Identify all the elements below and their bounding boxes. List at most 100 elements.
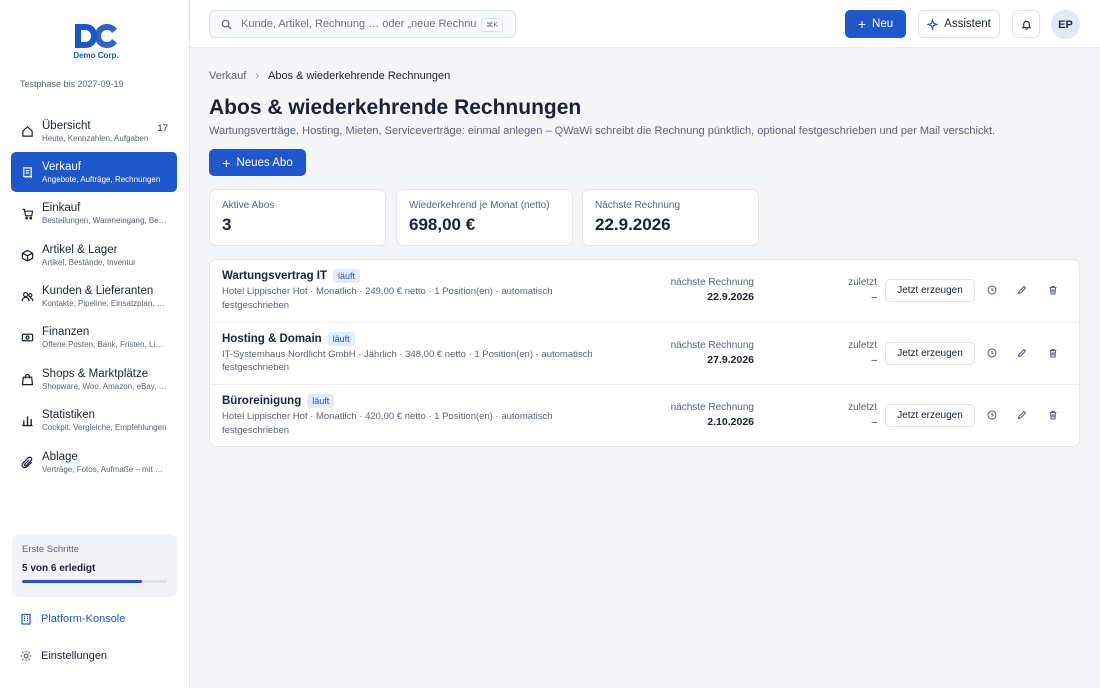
trash-icon[interactable] [1047,347,1059,359]
kpi-value: 22.9.2026 [595,215,671,234]
status-badge: läuft [333,269,361,283]
last-invoice-value: – [871,417,877,428]
sidebar-item-shops[interactable]: Shops & Marktplätze Shopware, Woo, Amazon… [11,359,177,399]
building-icon [21,613,31,625]
search-shortcut-hint: ⌘K [481,18,503,32]
kpi-monthly-recurring: Wiederkehrend je Monat (netto) 698,00 € [396,189,573,246]
global-search[interactable]: ⌘K [209,10,516,38]
logo-text: Demo Corp. [73,51,119,60]
breadcrumb: Verkauf › Abos & wiederkehrende Rechnung… [209,70,450,82]
sidebar-item-label: Shops & Marktplätze [42,367,149,380]
sidebar-item-finanzen[interactable]: Finanzen Offene Posten, Bank, Fristen, Li… [11,318,177,358]
sidebar-item-label: Finanzen [42,326,90,339]
history-icon[interactable] [986,347,998,359]
sparkle-icon [927,18,939,30]
box-icon [20,248,34,262]
next-invoice-label: nächste Rechnung [670,339,754,351]
settings-label: Einstellungen [41,650,108,662]
trial-notice: Testphase bis 2027-09-19 [20,79,124,89]
bell-icon [1021,20,1031,30]
new-button-label: Neu [872,18,894,30]
trash-icon[interactable] [1047,409,1059,421]
assistant-button-label: Assistent [944,18,991,30]
subscription-name: Büroreinigung [222,395,302,407]
history-icon[interactable] [986,284,998,296]
plus-icon: + [857,16,867,32]
sidebar-nav: Übersicht Heute, Kennzahlen, Aufgaben 17 … [11,111,177,484]
onboarding-steps-count: 5 von 6 erledigt [22,563,96,574]
sidebar-item-sub: Bestellungen, Wareneingang, Belege [42,216,167,226]
chevron-right-icon: › [255,70,259,82]
user-avatar[interactable]: EP [1051,10,1080,39]
subscription-row[interactable]: Hosting & Domain läuft IT-Systemhaus Nord… [210,323,1079,385]
new-button[interactable]: + Neu [845,10,906,38]
notification-count-badge: 17 [157,123,168,134]
subscription-description: Hotel Lippischer Hof · Monatlich · 249,0… [222,286,553,311]
last-invoice-label: zuletzt [848,277,877,288]
plus-icon: + [222,154,231,171]
subscription-list: Wartungsvertrag IT läuft Hotel Lippischer… [209,259,1080,447]
settings-link[interactable]: Einstellungen [20,650,107,662]
logo-mark-icon [75,24,117,48]
onboarding-steps-title: Erste Schritte [22,544,80,555]
subscription-row[interactable]: Wartungsvertrag IT läuft Hotel Lippischer… [210,260,1079,323]
trash-icon[interactable] [1047,284,1059,296]
sidebar-item-ablage[interactable]: Ablage Verträge, Fotos, Aufmaße – mit Suc… [11,442,177,482]
sidebar-item-label: Verkauf [42,160,81,173]
sidebar-item-sub: Artikel, Bestände, Inventur [42,257,136,267]
kpi-value: 698,00 € [409,215,476,234]
last-invoice-value: – [871,354,877,366]
subscription-description: Hotel Lippischer Hof · Monatlich · 420,0… [222,411,553,436]
sidebar-item-sub: Shopware, Woo, Amazon, eBay, Etsy [42,381,167,391]
subscription-row[interactable]: Büroreinigung läuft Hotel Lippischer Hof … [210,385,1079,448]
last-invoice-value: – [871,292,877,303]
kpi-next-invoice: Nächste Rechnung 22.9.2026 [582,189,759,246]
sidebar-item-label: Ablage [42,450,78,463]
last-invoice-label: zuletzt [848,402,877,413]
search-icon [221,19,232,30]
sidebar-item-sub: Cockpit, Vergleiche, Empfehlungen [42,423,167,433]
kpi-label: Aktive Abos [222,200,275,211]
notifications-button[interactable] [1012,10,1040,38]
sidebar-item-label: Übersicht [42,119,91,132]
last-invoice-label: zuletzt [848,339,877,351]
kpi-label: Wiederkehrend je Monat (netto) [409,200,550,211]
sidebar-item-verkauf[interactable]: Verkauf Angebote, Aufträge, Rechnungen [11,152,177,193]
new-abo-button[interactable]: + Neues Abo [209,149,306,176]
next-invoice-date: 2.10.2026 [707,416,754,428]
onboarding-steps-card[interactable]: Erste Schritte 5 von 6 erledigt [12,534,177,597]
sidebar-item-einkauf[interactable]: Einkauf Bestellungen, Wareneingang, Beleg… [11,194,177,234]
home-icon [20,124,34,138]
generate-now-button[interactable]: Jetzt erzeugen [885,404,975,427]
sidebar: Demo Corp. Testphase bis 2027-09-19 Über… [0,0,190,688]
sidebar-item-kunden-lieferanten[interactable]: Kunden & Lieferanten Kontakte, Pipeline, … [11,277,177,317]
breadcrumb-parent[interactable]: Verkauf [209,70,246,82]
next-invoice-date: 22.9.2026 [707,291,754,303]
generate-now-button[interactable]: Jetzt erzeugen [885,341,975,365]
subscription-name: Hosting & Domain [222,332,322,345]
onboarding-progress-fill [22,580,143,583]
assistant-button[interactable]: Assistent [918,10,1000,38]
status-badge: läuft [327,331,355,346]
generate-now-button[interactable]: Jetzt erzeugen [885,279,975,302]
sidebar-item-sub: Offene Posten, Bank, Fristen, Lizenzen [42,340,167,350]
kpi-active-abos: Aktive Abos 3 [209,189,386,246]
search-input[interactable] [241,18,477,30]
sidebar-item-label: Einkauf [42,202,81,215]
paperclip-icon [20,455,34,469]
platform-console-link[interactable]: Platform-Konsole [20,613,125,625]
sidebar-item-uebersicht[interactable]: Übersicht Heute, Kennzahlen, Aufgaben 17 [11,111,177,151]
breadcrumb-current: Abos & wiederkehrende Rechnungen [267,70,451,82]
edit-icon[interactable] [1016,284,1028,296]
edit-icon[interactable] [1016,409,1028,421]
cart-icon [20,207,34,221]
sidebar-item-sub: Kontakte, Pipeline, Einsatzplan, Liefera… [42,299,167,309]
edit-icon[interactable] [1016,347,1028,359]
sidebar-item-artikel-lager[interactable]: Artikel & Lager Artikel, Bestände, Invent… [11,235,177,275]
gear-icon [20,650,32,662]
history-icon[interactable] [986,409,998,421]
sidebar-item-statistiken[interactable]: Statistiken Cockpit, Vergleiche, Empfehlu… [11,401,177,441]
next-invoice-label: nächste Rechnung [670,277,754,288]
company-logo[interactable]: Demo Corp. [70,22,122,66]
onboarding-progress-bar [22,580,167,583]
